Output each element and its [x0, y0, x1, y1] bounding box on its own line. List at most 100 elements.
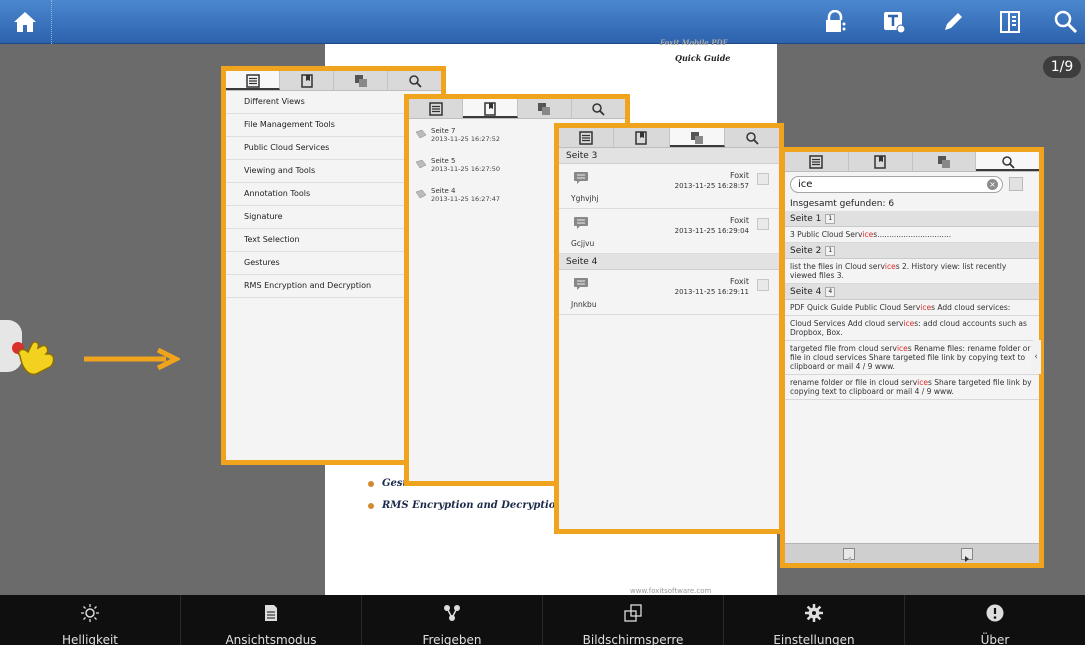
- bullet-mark: [368, 480, 374, 487]
- previous-icon: [847, 556, 851, 562]
- annotations-icon: [690, 132, 703, 144]
- tab-bookmarks[interactable]: [280, 71, 334, 90]
- tab-outline[interactable]: [409, 99, 464, 118]
- result-text: PDF Quick Guide Public Cloud Serv: [790, 303, 921, 312]
- search-button[interactable]: [1044, 0, 1085, 44]
- annotation-item[interactable]: Foxit 2013-11-25 16:29:04 Gcjjvu: [559, 209, 779, 254]
- comment-icon: [574, 217, 588, 229]
- search-submit-button[interactable]: [1009, 177, 1023, 191]
- annotation-date: 2013-11-25 16:29:04: [674, 227, 749, 235]
- result-text: s Add cloud services:: [931, 303, 1011, 312]
- bookmark-icon: [635, 131, 648, 145]
- annotation-text: Jnnkbu: [571, 300, 597, 309]
- search-result[interactable]: Cloud Services Add cloud services: add c…: [785, 316, 1039, 341]
- panel-tabs: [226, 71, 441, 91]
- search-icon: [408, 75, 422, 88]
- lock-share-icon: [826, 10, 846, 32]
- previous-result-button[interactable]: [843, 548, 855, 562]
- result-text: rename folder or file in cloud serv: [790, 378, 918, 387]
- search-icon: [592, 103, 606, 116]
- tab-annotations[interactable]: [913, 152, 977, 171]
- annotation-checkbox[interactable]: [757, 279, 769, 291]
- collapse-handle[interactable]: ‹: [1031, 340, 1041, 374]
- top-toolbar: [0, 0, 1085, 44]
- text-tool-icon: [884, 12, 906, 34]
- home-button[interactable]: [0, 0, 52, 44]
- tab-annotations[interactable]: [334, 71, 388, 90]
- annotation-section-header: Seite 4: [559, 254, 779, 270]
- result-text: targeted file from cloud serv: [790, 344, 897, 353]
- list-icon: [245, 74, 260, 88]
- bookmark-pen-icon: [415, 129, 427, 139]
- brightness-button[interactable]: Helligkeit: [0, 595, 181, 645]
- next-result-button[interactable]: [961, 548, 973, 562]
- panel-tabs: [559, 128, 779, 148]
- annotation-author: Foxit: [729, 171, 749, 180]
- result-count-badge: 4: [825, 286, 836, 297]
- comment-icon: [574, 278, 588, 290]
- about-button[interactable]: Über: [905, 595, 1085, 645]
- share-button[interactable]: Freigeben: [362, 595, 543, 645]
- bookmark-icon: [484, 102, 496, 116]
- settings-button[interactable]: Einstellungen: [724, 595, 905, 645]
- info-icon: [986, 604, 1004, 622]
- text-tool-button[interactable]: [872, 0, 916, 44]
- annotation-item[interactable]: Foxit 2013-11-25 16:29:11 Jnnkbu: [559, 270, 779, 315]
- result-highlight: ice: [903, 319, 915, 328]
- tab-bookmarks[interactable]: [614, 128, 670, 147]
- result-group-header: Seite 44: [785, 284, 1039, 300]
- tab-annotations[interactable]: [518, 99, 572, 118]
- bookmark-pen-icon: [415, 159, 427, 169]
- search-icon: [1054, 10, 1078, 34]
- annotations-icon: [354, 75, 367, 87]
- result-group-title: Seite 1: [790, 214, 822, 224]
- search-result[interactable]: targeted file from cloud services Rename…: [785, 341, 1039, 375]
- annotation-author: Foxit: [729, 277, 749, 286]
- view-mode-button[interactable]: Ansichtsmodus: [181, 595, 362, 645]
- annotation-item[interactable]: Foxit 2013-11-25 16:28:57 Yghvjhj: [559, 164, 779, 209]
- screen-lock-button[interactable]: Bildschirmsperre: [543, 595, 724, 645]
- result-highlight: ice: [862, 230, 874, 239]
- pen-button[interactable]: [931, 0, 975, 44]
- clear-icon[interactable]: ×: [987, 179, 998, 190]
- tab-search[interactable]: [976, 152, 1039, 171]
- view-mode-icon: [265, 605, 277, 621]
- page-header-title: Quick Guide: [675, 53, 731, 63]
- tab-outline[interactable]: [559, 128, 615, 147]
- search-input[interactable]: ice: [790, 176, 1003, 193]
- result-highlight: ice: [896, 344, 908, 353]
- bookmark-icon: [300, 74, 313, 88]
- pen-icon: [945, 13, 962, 30]
- lock-share-button[interactable]: [813, 0, 857, 44]
- tab-search[interactable]: [725, 128, 779, 147]
- search-icon: [1001, 156, 1015, 169]
- result-group-title: Seite 4: [790, 287, 822, 297]
- annotation-author: Foxit: [729, 216, 749, 225]
- search-result[interactable]: list the files in Cloud services 2. Hist…: [785, 259, 1039, 284]
- search-result[interactable]: rename folder or file in cloud services …: [785, 375, 1039, 400]
- annotation-checkbox[interactable]: [757, 218, 769, 230]
- page-header-brand: Foxit Mobile PDF: [660, 38, 728, 47]
- tab-outline[interactable]: [785, 152, 849, 171]
- tab-bookmarks[interactable]: [463, 99, 518, 118]
- page-footer: www.foxitsoftware.com: [630, 587, 712, 595]
- bottom-label: Helligkeit: [62, 633, 118, 645]
- tab-search[interactable]: [388, 71, 441, 90]
- result-count-badge: 1: [825, 245, 836, 256]
- bottom-label: Einstellungen: [773, 633, 855, 645]
- annotation-section-header: Seite 3: [559, 148, 779, 164]
- bookmark-pen-icon: [415, 189, 427, 199]
- search-result[interactable]: PDF Quick Guide Public Cloud Services Ad…: [785, 300, 1039, 316]
- bottom-toolbar: Helligkeit Ansichtsmodus Freigeben Bilds…: [0, 595, 1085, 645]
- result-count-badge: 1: [825, 213, 836, 224]
- tab-outline[interactable]: [226, 71, 280, 90]
- tab-annotations[interactable]: [669, 128, 725, 147]
- search-result[interactable]: 3 Public Cloud Services.................…: [785, 227, 1039, 243]
- annotations-icon: [937, 156, 950, 168]
- reading-mode-button[interactable]: [988, 0, 1032, 44]
- tab-bookmarks[interactable]: [849, 152, 913, 171]
- search-bar: ice ×: [785, 172, 1039, 198]
- bottom-label: Bildschirmsperre: [582, 633, 684, 645]
- tab-search[interactable]: [572, 99, 625, 118]
- annotation-checkbox[interactable]: [757, 173, 769, 185]
